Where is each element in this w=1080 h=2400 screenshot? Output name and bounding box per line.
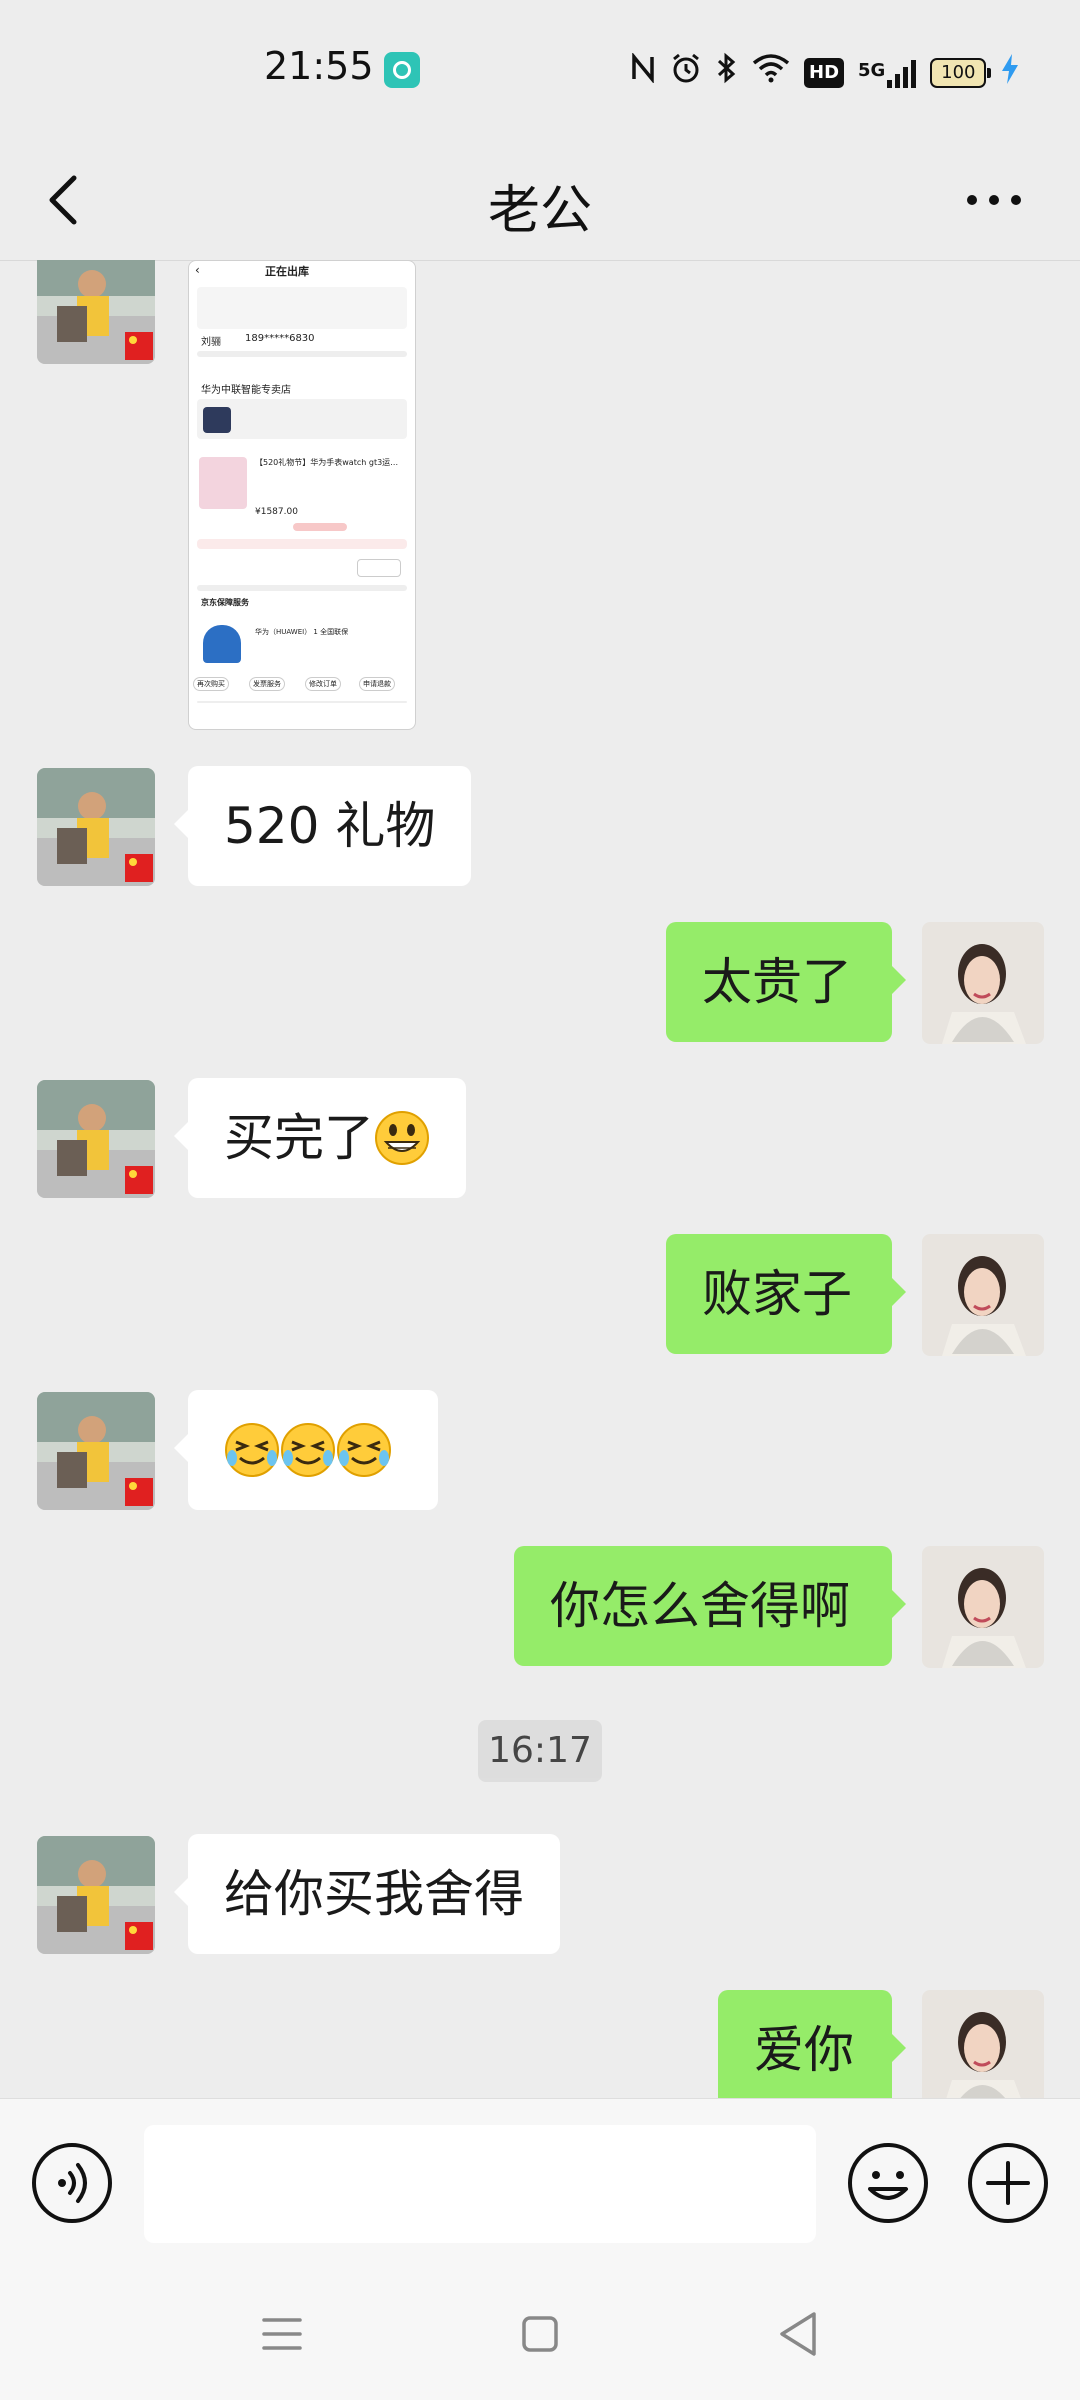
- hd-badge: HD: [804, 57, 845, 88]
- mini-insurance-item: 华为（HUAWEI） 1 全国联保: [255, 628, 349, 636]
- battery-icon: 100: [930, 57, 992, 88]
- grinning-emoji-icon: [375, 1110, 429, 1165]
- tearful-laugh-emoji-icon: [281, 1422, 335, 1477]
- chat-header: 老公: [0, 140, 1080, 261]
- notification-app-icon: [384, 52, 420, 88]
- chat-title: 老公: [487, 181, 592, 241]
- nav-back-icon[interactable]: [774, 2308, 822, 2360]
- mini-nav-line: [197, 701, 407, 703]
- mini-store: 华为中联智能专卖店: [201, 385, 291, 396]
- alarm-icon: [670, 52, 702, 93]
- message-bubble-outgoing[interactable]: 爱你: [718, 1990, 906, 2098]
- timestamp-divider: 16:17: [478, 1720, 602, 1782]
- message-bubble-incoming[interactable]: 买完了: [174, 1078, 466, 1198]
- home-icon[interactable]: [516, 2310, 564, 2358]
- mini-price: ¥1587.00: [255, 507, 298, 517]
- message-bubble-incoming[interactable]: 给你买我舍得: [174, 1834, 560, 1954]
- mini-btn-refund: 申请退款: [359, 677, 395, 691]
- message-input[interactable]: [144, 2125, 816, 2243]
- bluetooth-icon: [716, 52, 738, 93]
- contact-avatar[interactable]: [37, 1836, 155, 1954]
- status-icons: HD 5G 100: [630, 52, 1020, 93]
- mini-deadline-row: [197, 539, 407, 549]
- charging-icon: [1000, 53, 1020, 93]
- message-text: 买完了: [224, 1109, 374, 1167]
- status-time: 21:55: [264, 44, 374, 88]
- mini-btn-modify: 修改订单: [305, 677, 341, 691]
- contact-avatar[interactable]: [37, 1392, 155, 1510]
- mini-product-thumb: [199, 457, 247, 509]
- message-bubble-incoming[interactable]: 520 礼物: [173, 766, 472, 886]
- mini-insurance: 京东保障服务: [201, 598, 249, 607]
- recent-apps-icon[interactable]: [258, 2310, 306, 2358]
- mini-btn-invoice: 发票服务: [249, 677, 285, 691]
- mini-name: 刘骊: [201, 337, 221, 348]
- cell-signal: 5G: [858, 58, 917, 88]
- contact-avatar[interactable]: [37, 1080, 155, 1198]
- mini-cart-button: [357, 559, 401, 577]
- emoji-picker-icon[interactable]: [846, 2141, 930, 2225]
- my-avatar[interactable]: [922, 1546, 1044, 1668]
- mini-watch-thumb: [203, 407, 231, 433]
- mini-divider-2: [197, 585, 407, 591]
- shared-order-screenshot[interactable]: ‹ 正在出库 刘骊 189*****6830 华为中联智能专卖店 【520礼物节…: [188, 260, 416, 730]
- mini-product: 【520礼物节】华为手表watch gt3运…: [255, 458, 399, 467]
- mini-tag: [293, 523, 347, 531]
- mini-insurance-thumb: [203, 625, 241, 663]
- message-list[interactable]: ‹ 正在出库 刘骊 189*****6830 华为中联智能专卖店 【520礼物节…: [0, 260, 1080, 2098]
- mini-divider: [197, 351, 407, 357]
- mini-notice-row: [197, 287, 407, 329]
- mini-back-icon: ‹: [195, 263, 200, 277]
- wifi-icon: [752, 53, 790, 92]
- status-bar: 21:55 HD 5G 100: [0, 0, 1080, 140]
- my-avatar[interactable]: [922, 922, 1044, 1044]
- contact-avatar[interactable]: [37, 768, 155, 886]
- tearful-laugh-emoji-icon: [225, 1422, 279, 1477]
- more-actions-plus-icon[interactable]: [966, 2141, 1050, 2225]
- voice-input-icon[interactable]: [30, 2141, 114, 2225]
- nfc-icon: [630, 52, 656, 92]
- my-avatar[interactable]: [922, 1234, 1044, 1356]
- message-bubble-outgoing[interactable]: 你怎么舍得啊: [514, 1546, 906, 1666]
- tearful-laugh-emoji-icon: [337, 1422, 391, 1477]
- input-bar: [0, 2098, 1080, 2269]
- signal-icon: [887, 58, 917, 88]
- mini-phone: 189*****6830: [245, 333, 315, 344]
- mini-title: 正在出库: [265, 265, 309, 278]
- system-nav-bar: [0, 2268, 1080, 2400]
- mini-btn-rebuy: 再次购买: [193, 677, 229, 691]
- my-avatar[interactable]: [922, 1990, 1044, 2098]
- contact-avatar[interactable]: [37, 260, 155, 364]
- message-bubble-outgoing[interactable]: 败家子: [666, 1234, 906, 1354]
- message-bubble-outgoing[interactable]: 太贵了: [666, 922, 906, 1042]
- network-type: 5G: [858, 59, 886, 81]
- more-options-icon[interactable]: [964, 190, 1024, 210]
- message-bubble-incoming[interactable]: [174, 1390, 438, 1510]
